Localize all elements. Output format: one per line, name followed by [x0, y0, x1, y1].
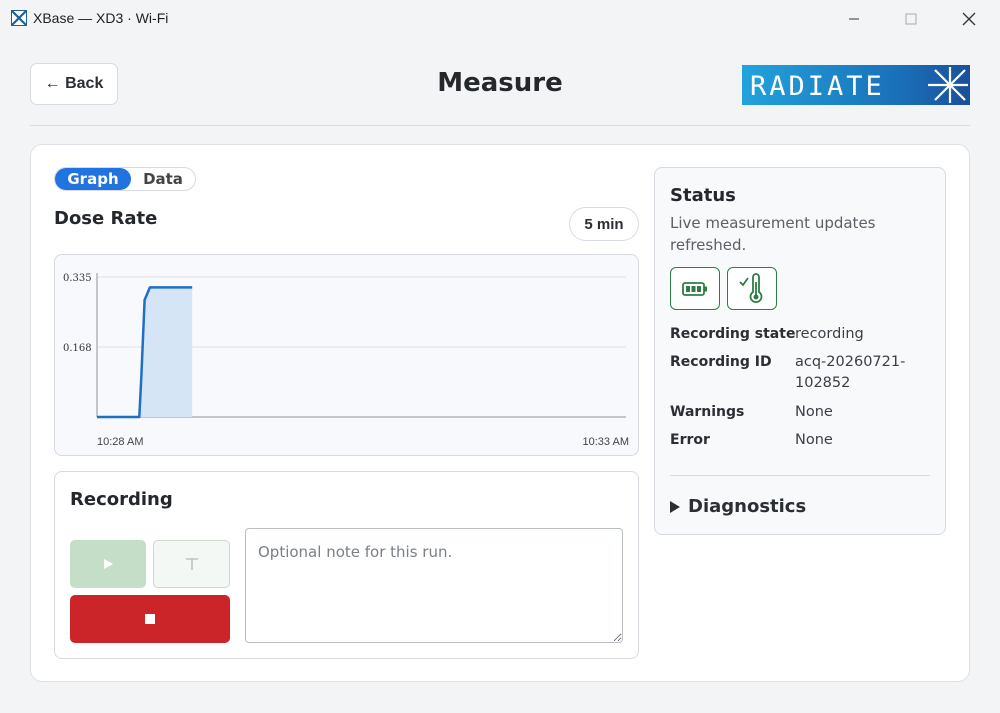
dose-rate-chart: 0.335 0.168 10:28 AM 10:33 AM: [54, 254, 639, 456]
triangle-right-icon: [670, 500, 680, 513]
minimize-icon: [849, 18, 859, 20]
stop-recording-button[interactable]: [70, 595, 230, 643]
battery-icon: [682, 281, 707, 296]
stop-icon: [145, 614, 155, 624]
time-range-button[interactable]: 5 min: [569, 207, 639, 241]
tab-data[interactable]: Data: [131, 168, 195, 190]
recording-state-label: Recording state: [670, 326, 796, 342]
y-tick-label-mid: 0.168: [63, 343, 92, 354]
recording-id-label: Recording ID: [670, 354, 772, 370]
recording-state-value: recording: [795, 326, 864, 342]
recording-id-value: acq-20260721-102852: [795, 354, 906, 391]
header-divider: [30, 125, 970, 126]
run-note-input[interactable]: [245, 528, 623, 643]
marker-icon: [185, 558, 198, 570]
close-icon: [962, 12, 976, 26]
svg-text:RADIATE: RADIATE: [750, 71, 885, 102]
chart-title: Dose Rate: [54, 208, 158, 229]
diagnostics-label: Diagnostics: [688, 496, 807, 517]
diagnostics-toggle[interactable]: Diagnostics: [670, 496, 806, 517]
error-value: None: [795, 432, 833, 448]
view-tabs: Graph Data: [54, 167, 196, 191]
tab-graph[interactable]: Graph: [55, 168, 131, 190]
radiate-logo: RADIATE: [742, 65, 970, 105]
minimize-button[interactable]: [825, 0, 883, 38]
dose-rate-area: [139, 287, 193, 417]
add-marker-button[interactable]: [153, 540, 230, 588]
x-tick-label-start: 10:28 AM: [97, 436, 143, 448]
error-label: Error: [670, 432, 710, 448]
status-message: Live measurement updates refreshed.: [670, 214, 876, 254]
start-recording-button[interactable]: [70, 540, 146, 588]
warnings-value: None: [795, 404, 833, 420]
y-tick-label-top: 0.335: [63, 273, 92, 284]
recording-title: Recording: [70, 489, 173, 510]
battery-indicator[interactable]: [670, 267, 720, 310]
chart-svg: 0.335 0.168 10:28 AM 10:33 AM: [63, 273, 629, 448]
status-title: Status: [670, 185, 736, 206]
thermometer-check-icon: [739, 272, 763, 303]
app-icon: [11, 10, 27, 26]
maximize-icon: [905, 13, 917, 25]
close-button[interactable]: [940, 0, 998, 38]
window-title: XBase — XD3 · Wi-Fi: [33, 10, 169, 26]
window-titlebar: XBase — XD3 · Wi-Fi: [0, 0, 1000, 38]
warnings-label: Warnings: [670, 404, 745, 420]
status-divider: [670, 475, 930, 476]
temperature-indicator[interactable]: [727, 267, 777, 310]
x-tick-label-end: 10:33 AM: [583, 436, 629, 448]
maximize-button[interactable]: [882, 0, 940, 38]
play-icon: [104, 559, 113, 569]
